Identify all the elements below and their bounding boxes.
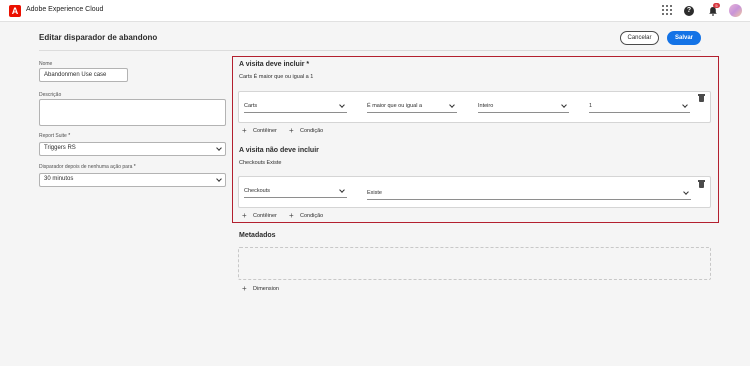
- name-field[interactable]: Abandonmen Use case: [39, 68, 128, 82]
- dimension-value: Checkouts: [244, 188, 270, 194]
- plus-icon: +: [289, 126, 294, 135]
- dimension-value: Carts: [244, 103, 258, 109]
- trash-icon[interactable]: [698, 94, 705, 102]
- chevron-down-icon: [216, 145, 222, 151]
- type-picker[interactable]: Inteiro: [478, 101, 569, 113]
- trigger-after-picker[interactable]: 30 minutos: [39, 173, 226, 187]
- chevron-down-icon: [449, 102, 455, 108]
- user-avatar[interactable]: [729, 4, 742, 17]
- must-include-summary: Carts É maior que ou igual a 1: [239, 74, 314, 80]
- add-dimension-link[interactable]: Dimension: [253, 286, 279, 292]
- chevron-down-icon: [339, 187, 345, 193]
- help-icon[interactable]: ?: [684, 6, 694, 16]
- adobe-logo-icon[interactable]: A: [9, 5, 21, 17]
- required-mark: *: [68, 133, 71, 139]
- type-value: Inteiro: [478, 103, 494, 109]
- chevron-down-icon: [216, 176, 222, 182]
- chevron-down-icon: [683, 189, 689, 195]
- name-label: Nome: [39, 61, 53, 67]
- chevron-down-icon: [561, 102, 567, 108]
- value-picker[interactable]: 1: [589, 101, 690, 113]
- operator-value: É maior que ou igual a: [367, 103, 423, 109]
- value-value: 1: [589, 103, 593, 109]
- chevron-down-icon: [682, 102, 688, 108]
- report-suite-label: Report Suite *: [39, 133, 70, 139]
- trash-icon[interactable]: [698, 180, 705, 188]
- apps-grid-icon[interactable]: [662, 5, 674, 17]
- logo-letter: A: [11, 6, 19, 16]
- notification-badge: 5: [713, 3, 720, 8]
- page-title: Editar disparador de abandono: [39, 33, 158, 42]
- dimension-picker[interactable]: Carts: [244, 101, 347, 113]
- plus-icon: +: [289, 211, 294, 220]
- metadata-drop-zone[interactable]: [238, 247, 711, 280]
- description-field[interactable]: [39, 99, 226, 126]
- metadata-title: Metadados: [239, 232, 276, 239]
- description-label: Descrição: [39, 92, 62, 98]
- operator-picker[interactable]: Existe: [367, 188, 691, 200]
- operator-value: Existe: [367, 190, 382, 196]
- plus-icon: +: [242, 211, 247, 220]
- dimension-picker[interactable]: Checkouts: [244, 186, 347, 198]
- add-container-link[interactable]: Contêiner: [253, 213, 277, 219]
- top-bar: A Adobe Experience Cloud ? 5: [0, 0, 750, 22]
- add-condition-link[interactable]: Condição: [300, 213, 323, 219]
- required-mark: *: [133, 164, 136, 170]
- add-container-link[interactable]: Contêiner: [253, 128, 277, 134]
- plus-icon: +: [242, 126, 247, 135]
- plus-icon: +: [242, 284, 247, 293]
- must-not-include-title: A visita não deve incluir: [239, 147, 319, 154]
- report-suite-value: Triggers RS: [44, 145, 76, 151]
- operator-picker[interactable]: É maior que ou igual a: [367, 101, 457, 113]
- report-suite-label-text: Report Suite: [39, 133, 67, 139]
- header-divider: [39, 50, 701, 51]
- add-condition-link[interactable]: Condição: [300, 128, 323, 134]
- must-include-title: A visita deve incluir *: [239, 61, 310, 68]
- report-suite-picker[interactable]: Triggers RS: [39, 142, 226, 156]
- trigger-after-label: Disparador depois de nenhuma ação para *: [39, 164, 136, 170]
- trigger-after-value: 30 minutos: [44, 176, 74, 182]
- must-not-include-summary: Checkouts Existe: [239, 160, 282, 166]
- save-button[interactable]: Salvar: [667, 31, 701, 45]
- cancel-button[interactable]: Cancelar: [620, 31, 659, 45]
- trigger-after-label-text: Disparador depois de nenhuma ação para: [39, 164, 133, 170]
- chevron-down-icon: [339, 102, 345, 108]
- app-title[interactable]: Adobe Experience Cloud: [26, 6, 103, 13]
